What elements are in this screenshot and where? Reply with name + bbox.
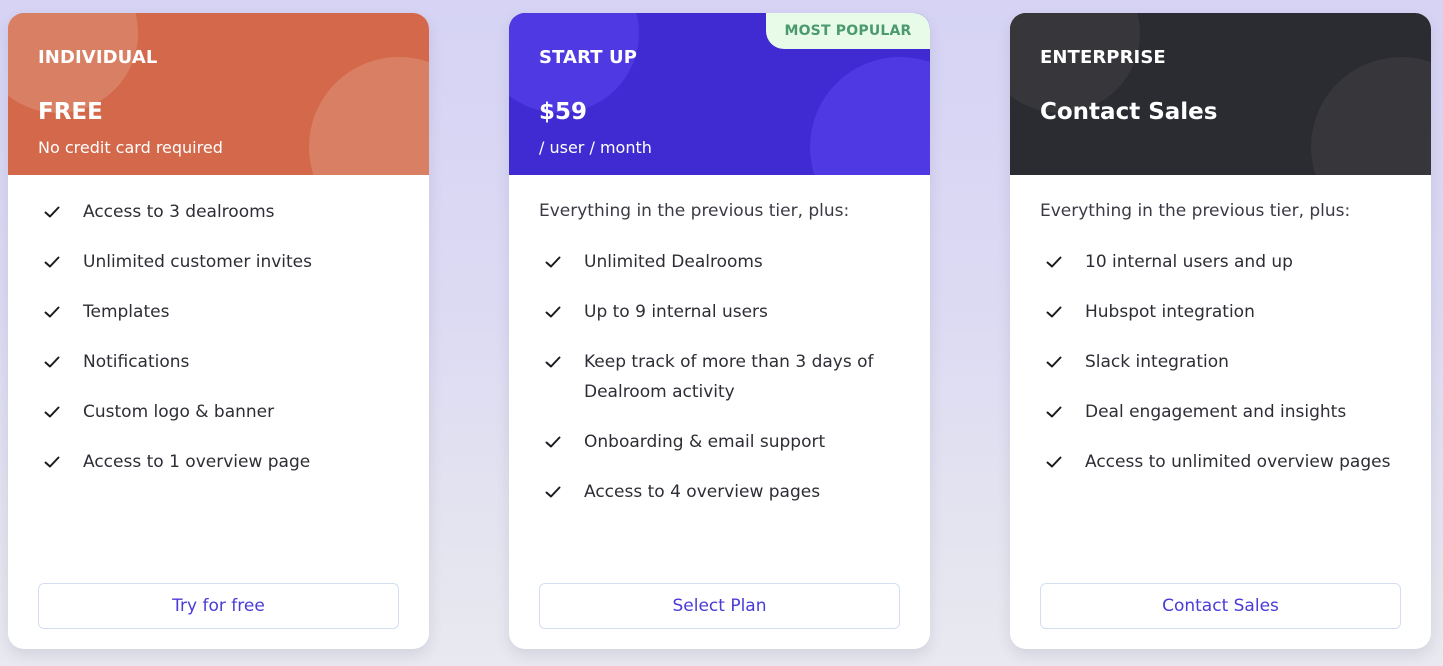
feature-item: Access to 3 dealrooms <box>38 197 399 227</box>
feature-item: Keep track of more than 3 days of Dealro… <box>539 347 900 407</box>
feature-item: Onboarding & email support <box>539 427 900 457</box>
feature-item: Notifications <box>38 347 399 377</box>
feature-item: Unlimited customer invites <box>38 247 399 277</box>
check-icon <box>539 427 584 457</box>
feature-text: Unlimited customer invites <box>83 252 312 272</box>
card-body: Everything in the previous tier, plus: U… <box>509 175 930 507</box>
tier-subtitle: / user / month <box>539 138 652 157</box>
card-header: INDIVIDUAL FREE No credit card required <box>8 13 429 175</box>
feature-text: Up to 9 internal users <box>584 302 768 322</box>
tier-name: ENTERPRISE <box>1040 47 1166 68</box>
feature-text: Custom logo & banner <box>83 402 275 422</box>
feature-text: Unlimited Dealrooms <box>584 252 763 272</box>
tier-price: $59 <box>539 99 588 125</box>
check-icon <box>1040 347 1085 377</box>
feature-item: Access to 4 overview pages <box>539 477 900 507</box>
feature-item: Slack integration <box>1040 347 1401 377</box>
tier-subtitle: No credit card required <box>38 138 223 157</box>
check-icon <box>1040 247 1085 277</box>
tier-price: FREE <box>38 99 103 125</box>
feature-item: Unlimited Dealrooms <box>539 247 900 277</box>
check-icon <box>38 447 83 477</box>
check-icon <box>38 297 83 327</box>
feature-text: Keep track of more than 3 days of Dealro… <box>584 352 874 402</box>
tier-name: START UP <box>539 47 637 68</box>
pricing-card-individual: INDIVIDUAL FREE No credit card required … <box>8 13 429 649</box>
feature-item: Up to 9 internal users <box>539 297 900 327</box>
check-icon <box>38 397 83 427</box>
feature-text: Slack integration <box>1085 352 1229 372</box>
feature-item: Access to 1 overview page <box>38 447 399 477</box>
select-plan-button[interactable]: Select Plan <box>539 583 900 629</box>
card-header: ENTERPRISE Contact Sales <box>1010 13 1431 175</box>
feature-list: 10 internal users and up Hubspot integra… <box>1040 247 1401 477</box>
check-icon <box>1040 397 1085 427</box>
tier-name: INDIVIDUAL <box>38 47 158 68</box>
feature-text: Templates <box>83 302 170 322</box>
feature-text: Deal engagement and insights <box>1085 402 1347 422</box>
feature-text: Notifications <box>83 352 190 372</box>
feature-item: Hubspot integration <box>1040 297 1401 327</box>
feature-item: Custom logo & banner <box>38 397 399 427</box>
pricing-card-enterprise: ENTERPRISE Contact Sales Everything in t… <box>1010 13 1431 649</box>
check-icon <box>38 247 83 277</box>
check-icon <box>539 247 584 277</box>
feature-text: 10 internal users and up <box>1085 252 1293 272</box>
feature-text: Onboarding & email support <box>584 432 826 452</box>
tier-intro: Everything in the previous tier, plus: <box>539 201 850 221</box>
card-body: Everything in the previous tier, plus: 1… <box>1010 175 1431 477</box>
card-header: MOST POPULAR START UP $59 / user / month <box>509 13 930 175</box>
tier-price: Contact Sales <box>1040 99 1218 125</box>
feature-item: Access to unlimited overview pages <box>1040 447 1401 477</box>
check-icon <box>1040 297 1085 327</box>
feature-item: Deal engagement and insights <box>1040 397 1401 427</box>
feature-list: Unlimited Dealrooms Up to 9 internal use… <box>539 247 900 507</box>
feature-text: Access to 3 dealrooms <box>83 202 275 222</box>
check-icon <box>539 347 584 377</box>
feature-list: Access to 3 dealrooms Unlimited customer… <box>38 197 399 477</box>
check-icon <box>38 347 83 377</box>
feature-text: Access to 1 overview page <box>83 452 311 472</box>
feature-item: 10 internal users and up <box>1040 247 1401 277</box>
check-icon <box>1040 447 1085 477</box>
contact-sales-button[interactable]: Contact Sales <box>1040 583 1401 629</box>
feature-text: Hubspot integration <box>1085 302 1255 322</box>
feature-text: Access to unlimited overview pages <box>1085 452 1391 472</box>
most-popular-badge: MOST POPULAR <box>766 13 930 49</box>
feature-text: Access to 4 overview pages <box>584 482 821 502</box>
check-icon <box>539 297 584 327</box>
card-body: Access to 3 dealrooms Unlimited customer… <box>8 175 429 477</box>
feature-item: Templates <box>38 297 399 327</box>
check-icon <box>539 477 584 507</box>
tier-intro: Everything in the previous tier, plus: <box>1040 201 1351 221</box>
pricing-card-startup: MOST POPULAR START UP $59 / user / month… <box>509 13 930 649</box>
try-for-free-button[interactable]: Try for free <box>38 583 399 629</box>
check-icon <box>38 197 83 227</box>
